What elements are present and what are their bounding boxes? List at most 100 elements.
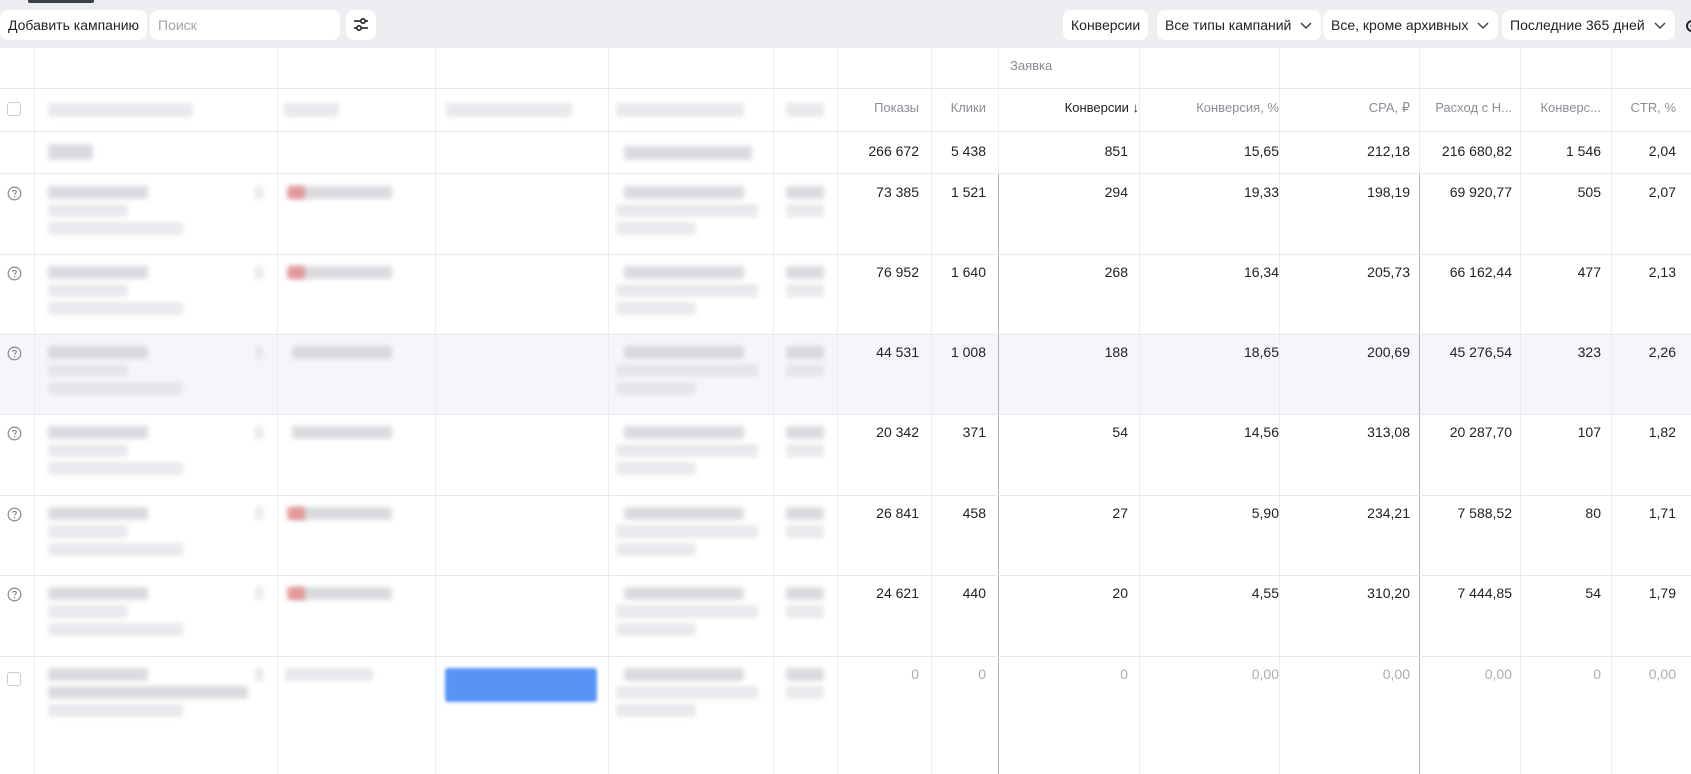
totals-ctr: 2,04 <box>1648 143 1676 159</box>
status-indicator <box>287 507 305 520</box>
cell-conversions: 188 <box>1104 344 1128 360</box>
status-filter-value: Все, кроме архивных <box>1331 17 1469 33</box>
cell-conversions2: 80 <box>1585 505 1601 521</box>
redacted-cell <box>786 668 824 681</box>
column-header-conversions[interactable]: Конверсии ↓ <box>1065 100 1139 115</box>
cell-conversion-rate: 4,55 <box>1251 585 1279 601</box>
filter-settings-button[interactable] <box>346 10 376 40</box>
redacted-cell <box>786 605 824 618</box>
column-header-conversion-rate[interactable]: Конверсия, % <box>1196 100 1279 115</box>
add-campaign-button[interactable]: Добавить кампанию <box>0 10 148 40</box>
redacted-cell <box>48 186 148 199</box>
redacted-cell <box>786 525 824 538</box>
redacted-cell <box>48 686 248 699</box>
redacted-cell <box>292 587 392 600</box>
redacted-cell <box>624 346 744 359</box>
cell-ctr: 0,00 <box>1648 666 1676 682</box>
cell-cpa: 200,69 <box>1367 344 1410 360</box>
campaign-types-value: Все типы кампаний <box>1165 17 1292 33</box>
totals-spend: 216 680,82 <box>1441 143 1512 159</box>
cell-ctr: 1,79 <box>1648 585 1676 601</box>
status-filter-select[interactable]: Все, кроме архивных <box>1323 10 1499 40</box>
redacted-cell <box>624 668 744 681</box>
search-input[interactable] <box>158 17 332 33</box>
cell-impressions: 20 342 <box>876 424 919 440</box>
redacted-cell <box>624 266 744 279</box>
question-icon[interactable] <box>7 346 22 361</box>
cell-spend: 7 444,85 <box>1457 585 1513 601</box>
column-header-spend[interactable]: Расход с Н... <box>1435 100 1512 115</box>
cell-spend: 69 920,77 <box>1449 184 1512 200</box>
add-campaign-label: Добавить кампанию <box>8 17 140 33</box>
search-box[interactable] <box>150 10 340 40</box>
cell-conversion-rate: 16,34 <box>1243 264 1279 280</box>
redacted-cell <box>292 346 392 359</box>
redacted-cell <box>255 587 263 600</box>
redacted-cell <box>616 222 696 235</box>
redacted-cell <box>786 507 824 520</box>
cell-conversions: 27 <box>1112 505 1128 521</box>
redacted-cell <box>292 186 392 199</box>
cell-impressions: 76 952 <box>876 264 919 280</box>
cell-spend: 7 588,52 <box>1457 505 1513 521</box>
cell-ctr: 1,71 <box>1648 505 1676 521</box>
select-all-checkbox[interactable] <box>7 102 21 116</box>
cell-conversions: 54 <box>1112 424 1128 440</box>
cell-clicks: 1 008 <box>950 344 986 360</box>
question-icon[interactable] <box>7 507 22 522</box>
status-indicator <box>287 186 305 199</box>
redacted-cell <box>48 302 183 315</box>
column-header-conversions2[interactable]: Конверс... <box>1540 100 1601 115</box>
question-icon[interactable] <box>7 426 22 441</box>
goal-group-label: Заявка <box>1010 58 1053 73</box>
redacted-cell <box>786 186 824 199</box>
redacted-cell <box>292 426 392 439</box>
cell-spend: 0,00 <box>1484 666 1512 682</box>
conversions-label: Конверсии <box>1071 17 1141 33</box>
row-checkbox[interactable] <box>7 672 21 686</box>
totals-conversions2: 1 546 <box>1565 143 1601 159</box>
redacted-header <box>616 103 744 117</box>
column-header-cpa[interactable]: CPA, ₽ <box>1369 100 1410 116</box>
question-icon[interactable] <box>7 587 22 602</box>
redacted-cell <box>48 587 148 600</box>
campaigns-table: Заявка Показы Клики Конверсии ↓ Конверси… <box>0 48 1691 774</box>
cell-conversion-rate: 0,00 <box>1251 666 1279 682</box>
chevron-down-icon <box>1477 22 1489 30</box>
redacted-cell <box>624 186 744 199</box>
question-icon[interactable] <box>7 266 22 281</box>
redacted-cell <box>616 525 758 538</box>
cell-clicks: 371 <box>962 424 986 440</box>
redacted-cell <box>786 444 824 457</box>
period-select[interactable]: Последние 365 дней <box>1502 10 1675 40</box>
totals-impressions: 266 672 <box>868 143 919 159</box>
settings-gear-icon[interactable] <box>1682 18 1691 34</box>
redacted-cell <box>255 668 263 681</box>
redacted-cell <box>48 543 183 556</box>
column-header-impressions[interactable]: Показы <box>874 100 919 115</box>
cell-spend: 45 276,54 <box>1449 344 1512 360</box>
column-header-clicks[interactable]: Клики <box>951 100 986 115</box>
cell-conversion-rate: 18,65 <box>1243 344 1279 360</box>
cell-cpa: 234,21 <box>1367 505 1410 521</box>
redacted-cell <box>48 222 183 235</box>
cell-impressions: 44 531 <box>876 344 919 360</box>
redacted-cell <box>48 444 128 457</box>
cell-conversion-rate: 14,56 <box>1243 424 1279 440</box>
totals-clicks: 5 438 <box>950 143 986 159</box>
question-icon[interactable] <box>7 186 22 201</box>
redacted-cell <box>786 284 824 297</box>
cell-clicks: 458 <box>962 505 986 521</box>
campaign-types-select[interactable]: Все типы кампаний <box>1157 10 1322 40</box>
period-value: Последние 365 дней <box>1510 17 1645 33</box>
cell-cpa: 310,20 <box>1367 585 1410 601</box>
cell-clicks: 0 <box>978 666 986 682</box>
column-header-ctr[interactable]: CTR, % <box>1631 100 1677 115</box>
redacted-cell <box>616 444 758 457</box>
cell-conversions2: 107 <box>1577 424 1601 440</box>
redacted-cell <box>255 346 263 359</box>
cell-cpa: 198,19 <box>1367 184 1410 200</box>
cell-cpa: 0,00 <box>1382 666 1410 682</box>
redacted-cell <box>624 426 744 439</box>
conversions-button[interactable]: Конверсии <box>1063 10 1149 40</box>
